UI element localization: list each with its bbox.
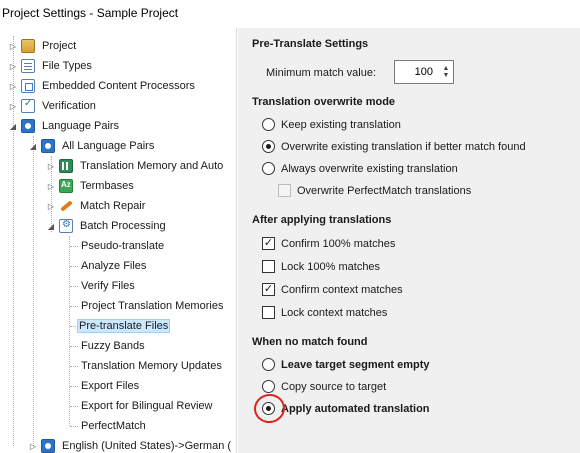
radio-button[interactable] (262, 380, 275, 393)
tree-item-english-german[interactable]: ▷ English (United States)->German ( (28, 436, 233, 453)
radio-keep-existing[interactable]: Keep existing translation (262, 118, 401, 131)
expand-arrow-icon[interactable]: ▷ (8, 101, 18, 111)
checkbox-confirm-100[interactable]: ✓ Confirm 100% matches (262, 237, 395, 250)
expand-arrow-icon[interactable]: ▷ (8, 61, 18, 71)
tree-item-pseudo-translate[interactable]: Pseudo-translate (79, 236, 166, 256)
tree-connector (33, 136, 34, 446)
radio-button[interactable] (262, 162, 275, 175)
panel-heading: Pre-Translate Settings (252, 38, 369, 50)
file-types-icon (21, 59, 35, 73)
tree-item-all-language-pairs[interactable]: ◢ All Language Pairs (28, 136, 156, 156)
embedded-content-icon (21, 79, 35, 93)
checkbox (278, 184, 291, 197)
expand-arrow-icon[interactable]: ▷ (8, 81, 18, 91)
checkbox-overwrite-perfectmatch: Overwrite PerfectMatch translations (278, 184, 471, 197)
min-match-label: Minimum match value: (266, 67, 377, 79)
checkbox-lock-100[interactable]: Lock 100% matches (262, 260, 380, 273)
radio-apply-automated[interactable]: Apply automated translation (262, 402, 430, 415)
expand-arrow-icon[interactable]: ▷ (8, 41, 18, 51)
radio-always-overwrite[interactable]: Always overwrite existing translation (262, 162, 458, 175)
checkbox-confirm-context[interactable]: ✓ Confirm context matches (262, 283, 403, 296)
project-icon (21, 39, 35, 53)
translation-memory-icon (59, 159, 73, 173)
radio-copy-source[interactable]: Copy source to target (262, 380, 386, 393)
min-match-stepper[interactable]: 100 ▲ ▼ (394, 60, 454, 84)
verification-icon (21, 98, 35, 113)
expand-arrow-icon[interactable]: ▷ (28, 441, 38, 451)
overwrite-mode-title: Translation overwrite mode (252, 96, 396, 108)
expand-arrow-icon[interactable]: ▷ (46, 201, 56, 211)
stepper-down-icon[interactable]: ▼ (443, 72, 450, 79)
termbase-icon (59, 179, 73, 193)
checkbox-lock-context[interactable]: Lock context matches (262, 306, 387, 319)
collapse-arrow-icon[interactable]: ◢ (46, 221, 56, 231)
radio-button[interactable] (262, 358, 275, 371)
collapse-arrow-icon[interactable]: ◢ (28, 141, 38, 151)
radio-button[interactable] (262, 118, 275, 131)
after-applying-title: After applying translations (252, 214, 392, 226)
tree-item-batch-processing[interactable]: ◢ Batch Processing (46, 216, 168, 236)
expand-arrow-icon[interactable]: ▷ (46, 181, 56, 191)
language-pair-icon (41, 439, 55, 453)
tree-item-match-repair[interactable]: ▷ Match Repair (46, 196, 147, 216)
match-repair-icon (59, 199, 73, 213)
radio-leave-empty[interactable]: Leave target segment empty (262, 358, 430, 371)
checkbox[interactable] (262, 260, 275, 273)
collapse-arrow-icon[interactable]: ◢ (8, 121, 18, 131)
stepper-arrows[interactable]: ▲ ▼ (439, 61, 453, 83)
tree-item-termbases[interactable]: ▷ Termbases (46, 176, 136, 196)
tree-item-translation-memory[interactable]: ▷ Translation Memory and Auto (46, 156, 225, 176)
tree-item-perfectmatch[interactable]: PerfectMatch (79, 416, 148, 436)
red-annotation-circle (252, 391, 287, 426)
pre-translate-settings-panel: Pre-Translate Settings Minimum match val… (238, 28, 580, 453)
no-match-title: When no match found (252, 336, 368, 348)
language-pair-icon (41, 139, 55, 153)
tree-item-fuzzy-bands[interactable]: Fuzzy Bands (79, 336, 147, 356)
tree-item-verify-files[interactable]: Verify Files (79, 276, 137, 296)
tree-item-pre-translate-files[interactable]: Pre-translate Files (77, 316, 171, 336)
tree-item-language-pairs[interactable]: ◢ Language Pairs (8, 116, 121, 136)
stepper-up-icon[interactable]: ▲ (443, 65, 450, 72)
radio-button[interactable] (262, 140, 275, 153)
language-pairs-icon (21, 119, 35, 133)
tree-item-export-bilingual-review[interactable]: Export for Bilingual Review (79, 396, 214, 416)
tree-connector (69, 236, 70, 426)
min-match-value[interactable]: 100 (395, 61, 439, 83)
tree-item-analyze-files[interactable]: Analyze Files (79, 256, 148, 276)
checkbox-checked[interactable]: ✓ (262, 237, 275, 250)
expand-arrow-icon[interactable]: ▷ (46, 161, 56, 171)
batch-processing-icon (59, 219, 73, 233)
tree-item-project-translation-memories[interactable]: Project Translation Memories (79, 296, 225, 316)
tree-item-project[interactable]: ▷ Project (8, 36, 78, 56)
tree-item-translation-memory-updates[interactable]: Translation Memory Updates (79, 356, 224, 376)
tree-item-export-files[interactable]: Export Files (79, 376, 141, 396)
tree-item-file-types[interactable]: ▷ File Types (8, 56, 94, 76)
window-titlebar: Project Settings - Sample Project (0, 0, 580, 28)
checkbox-checked[interactable]: ✓ (262, 283, 275, 296)
tree-item-verification[interactable]: ▷ Verification (8, 96, 98, 116)
window-title: Project Settings - Sample Project (2, 6, 179, 20)
settings-tree[interactable]: ▷ Project ▷ File Types ▷ Embedded Conten… (0, 28, 237, 453)
tree-item-embedded-content[interactable]: ▷ Embedded Content Processors (8, 76, 197, 96)
radio-overwrite-if-better[interactable]: Overwrite existing translation if better… (262, 140, 526, 153)
checkbox[interactable] (262, 306, 275, 319)
